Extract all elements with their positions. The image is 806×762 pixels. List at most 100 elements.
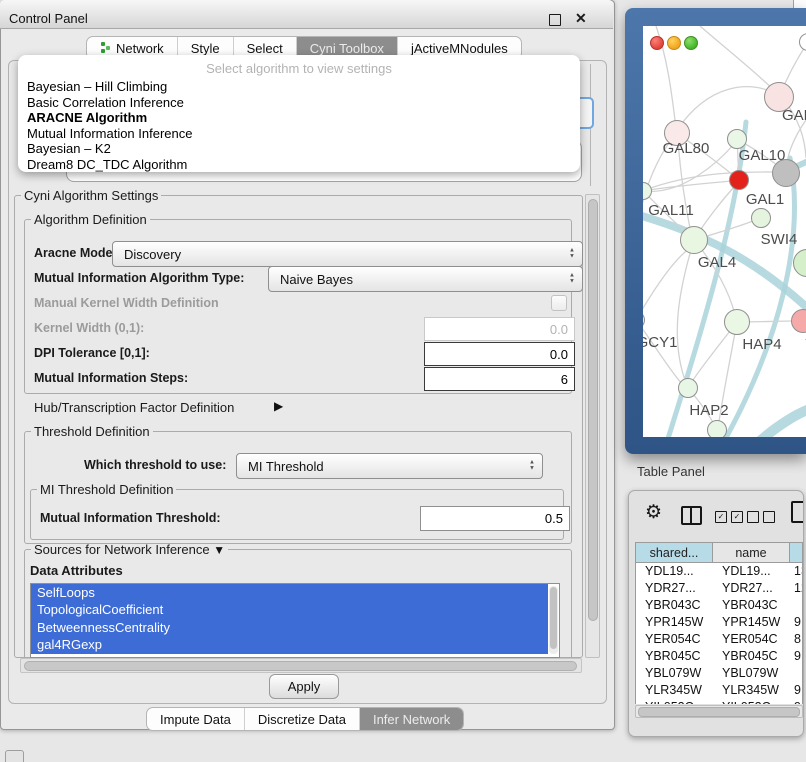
algorithm-dropdown-prompt: Select algorithm to view settings bbox=[18, 59, 580, 79]
control-panel-titlebar[interactable] bbox=[0, 0, 613, 29]
network-node[interactable] bbox=[772, 159, 800, 187]
table-row[interactable]: YBR043CYBR043C bbox=[636, 597, 802, 614]
node-label-hap2: HAP2 bbox=[689, 402, 728, 419]
table-row[interactable]: YDL19...YDL19...13 bbox=[636, 563, 802, 580]
attribute-item-selfloops[interactable]: SelfLoops bbox=[31, 584, 548, 601]
mi-threshold-field[interactable]: 0.5 bbox=[420, 506, 570, 531]
bottom-tab-bar: Impute DataDiscretize DataInfer Network bbox=[146, 707, 464, 731]
table-cell: 9. bbox=[790, 699, 803, 704]
column-header-a[interactable]: A bbox=[790, 543, 803, 562]
mi-type-value: Naive Bayes bbox=[280, 272, 353, 287]
table-cell: 13 bbox=[790, 563, 803, 580]
scrollbar-thumb[interactable] bbox=[638, 707, 800, 717]
mi-threshold-title: MI Threshold Definition bbox=[37, 482, 176, 497]
export-table-icon[interactable] bbox=[791, 501, 804, 523]
algorithm-option-bayesian-k2[interactable]: Bayesian – K2 bbox=[18, 141, 580, 157]
mi-threshold-label: Mutual Information Threshold: bbox=[40, 511, 221, 525]
network-node-swi4[interactable] bbox=[751, 208, 771, 228]
table-cell: YBR043C bbox=[636, 597, 713, 614]
settings-vertical-scrollbar[interactable] bbox=[585, 194, 600, 658]
spinner-arrows-icon: ▲▼ bbox=[529, 461, 535, 472]
aracne-mode-select[interactable]: Discovery ▲▼ bbox=[112, 241, 583, 267]
list-scrollbar[interactable] bbox=[549, 586, 558, 654]
data-attributes-list[interactable]: SelfLoopsTopologicalCoefficientBetweenne… bbox=[30, 583, 560, 658]
column-header-shared-[interactable]: shared... bbox=[636, 543, 713, 562]
which-threshold-label: Which threshold to use: bbox=[84, 458, 226, 472]
select-all-columns-icon[interactable]: ✓✓ bbox=[715, 511, 743, 523]
table-row[interactable]: YBR045CYBR045C9. bbox=[636, 648, 802, 665]
table-row[interactable]: YPR145WYPR145W9. bbox=[636, 614, 802, 631]
node-label-gal: GAL bbox=[782, 107, 806, 124]
scrollbar-thumb[interactable] bbox=[24, 661, 577, 671]
network-node-hap4[interactable] bbox=[724, 309, 750, 335]
table-cell: YPR145W bbox=[636, 614, 713, 631]
network-node[interactable] bbox=[707, 420, 727, 437]
tab-impute-data[interactable]: Impute Data bbox=[147, 708, 244, 730]
close-icon[interactable]: ✕ bbox=[575, 10, 587, 27]
tab-discretize-data[interactable]: Discretize Data bbox=[244, 708, 359, 730]
tab-label: Cyni Toolbox bbox=[310, 41, 384, 56]
mac-close-button[interactable] bbox=[650, 36, 664, 50]
table-row[interactable]: YLR345WYLR345W9. bbox=[636, 682, 802, 699]
table-header[interactable]: shared...nameA bbox=[635, 542, 803, 563]
table-cell: YER054C bbox=[713, 631, 790, 648]
algorithm-option-mutual-information-inference[interactable]: Mutual Information Inference bbox=[18, 126, 580, 142]
apply-button[interactable]: Apply bbox=[269, 674, 339, 699]
hub-definition-label: Hub/Transcription Factor Definition bbox=[34, 400, 234, 415]
gear-icon[interactable]: ⚙ bbox=[645, 501, 662, 524]
dpi-tolerance-field[interactable]: 0.0 bbox=[424, 342, 575, 366]
spinner-arrows-icon: ▲▼ bbox=[569, 274, 575, 285]
desktop: Control Panel ✕ NetworkStyleSelectCyni T… bbox=[0, 0, 806, 762]
algorithm-option-dream8-dc-tdc-algorithm[interactable]: Dream8 DC_TDC Algorithm bbox=[18, 157, 580, 173]
node-label-gal11: GAL11 bbox=[648, 202, 694, 219]
minimized-panel-icon[interactable] bbox=[5, 750, 24, 762]
algorithm-definition-title: Algorithm Definition bbox=[31, 212, 150, 227]
float-window-icon[interactable] bbox=[549, 14, 561, 26]
network-canvas[interactable]: GALGAL80GAL10GAL1GAL11SWI4GAL4GCY1HAP4YH… bbox=[643, 26, 806, 437]
aracne-mode-label: Aracne Mode: bbox=[34, 246, 117, 260]
mac-minimize-button[interactable] bbox=[667, 36, 681, 50]
table-row[interactable]: YDR27...YDR27...12 bbox=[636, 580, 802, 597]
collapse-down-icon[interactable]: ▼ bbox=[213, 543, 225, 557]
table-cell: YBR045C bbox=[713, 648, 790, 665]
which-threshold-select[interactable]: MI Threshold ▲▼ bbox=[236, 453, 543, 479]
show-columns-icon[interactable] bbox=[681, 506, 702, 525]
network-node-gal1[interactable] bbox=[729, 170, 749, 190]
manual-kernel-checkbox[interactable] bbox=[551, 295, 567, 311]
unselect-all-columns-icon[interactable] bbox=[747, 511, 775, 523]
data-attributes-label: Data Attributes bbox=[30, 563, 123, 578]
attribute-item-topologicalcoefficient[interactable]: TopologicalCoefficient bbox=[31, 601, 548, 618]
mi-type-select[interactable]: Naive Bayes ▲▼ bbox=[268, 266, 583, 292]
network-node-hap2[interactable] bbox=[678, 378, 698, 398]
expand-right-icon[interactable]: ▶ bbox=[274, 399, 283, 413]
column-header-name[interactable]: name bbox=[713, 543, 790, 562]
table-cell: 9. bbox=[790, 682, 803, 699]
spinner-arrows-icon: ▲▼ bbox=[569, 249, 575, 260]
table-row[interactable]: YIL052CYIL052C9. bbox=[636, 699, 802, 704]
algorithm-option-bayesian-hill-climbing[interactable]: Bayesian – Hill Climbing bbox=[18, 79, 580, 95]
table-cell: 12 bbox=[790, 580, 803, 597]
table-body[interactable]: YDL19...YDL19...13YDR27...YDR27...12YBR0… bbox=[635, 563, 803, 704]
settings-horizontal-scrollbar[interactable] bbox=[20, 658, 582, 673]
kernel-width-field[interactable]: 0.0 bbox=[424, 317, 575, 341]
which-threshold-value: MI Threshold bbox=[248, 459, 324, 474]
tab-infer-network[interactable]: Infer Network bbox=[359, 708, 463, 730]
table-cell: YBR045C bbox=[636, 648, 713, 665]
mi-steps-field[interactable]: 6 bbox=[424, 367, 575, 391]
algorithm-option-aracne-algorithm[interactable]: ARACNE Algorithm bbox=[18, 110, 580, 126]
table-panel-window: ⚙ ✓✓ shared...nameA YDL19...YDL19...13YD… bbox=[628, 490, 804, 737]
scrollbar-thumb[interactable] bbox=[550, 587, 557, 649]
network-node-gal4[interactable] bbox=[680, 226, 708, 254]
table-row[interactable]: YBL079WYBL079W bbox=[636, 665, 802, 682]
attribute-item-betweennesscentrality[interactable]: BetweennessCentrality bbox=[31, 619, 548, 636]
table-cell: YPR145W bbox=[713, 614, 790, 631]
algorithm-dropdown[interactable]: Select algorithm to view settings Bayesi… bbox=[18, 55, 580, 172]
attribute-item-gal4rgexp[interactable]: gal4RGexp bbox=[31, 636, 548, 653]
mac-zoom-button[interactable] bbox=[684, 36, 698, 50]
mi-steps-label: Mutual Information Steps: bbox=[34, 371, 188, 385]
table-horizontal-scrollbar[interactable] bbox=[635, 705, 803, 718]
network-node-gal10[interactable] bbox=[727, 129, 747, 149]
scrollbar-thumb[interactable] bbox=[588, 199, 598, 621]
algorithm-option-basic-correlation-inference[interactable]: Basic Correlation Inference bbox=[18, 95, 580, 111]
table-row[interactable]: YER054CYER054C8. bbox=[636, 631, 802, 648]
